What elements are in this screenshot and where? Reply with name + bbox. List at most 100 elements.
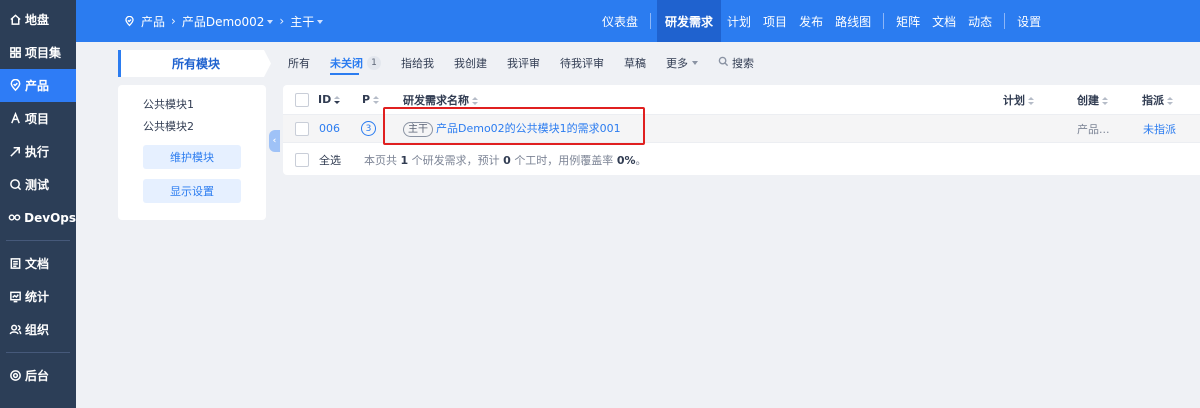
- priority-badge: 3: [361, 121, 376, 137]
- nav-divider: [6, 240, 70, 241]
- nav-item-org[interactable]: 组织: [0, 313, 76, 346]
- select-all-checkbox[interactable]: [295, 92, 309, 107]
- tab-project[interactable]: 项目: [757, 0, 793, 42]
- filter-draft[interactable]: 草稿: [624, 50, 646, 76]
- count-badge: 1: [367, 56, 381, 70]
- nav-item-stats[interactable]: 统计: [0, 280, 76, 313]
- page-summary: 本页共 1 个研发需求，预计 0 个工时，用例覆盖率 0%。: [364, 152, 647, 168]
- nav-label: 执行: [25, 145, 50, 159]
- breadcrumb: 产品 › 产品Demo002 › 主干: [124, 0, 324, 42]
- nav-item-execution[interactable]: 执行: [0, 135, 76, 168]
- all-modules-tab[interactable]: 所有模块: [118, 50, 271, 77]
- search-label: 搜索: [732, 57, 754, 70]
- nav-label: 组织: [25, 323, 50, 337]
- product-icon: [124, 14, 135, 28]
- grid-icon: [8, 46, 22, 60]
- column-assigned[interactable]: 指派: [1142, 92, 1173, 108]
- filter-all[interactable]: 所有: [288, 50, 310, 76]
- nav-divider: [883, 13, 885, 29]
- tab-matrix[interactable]: 矩阵: [890, 0, 926, 42]
- nav-label: 测试: [25, 178, 50, 192]
- display-settings-button[interactable]: 显示设置: [143, 179, 241, 203]
- story-id[interactable]: 006: [319, 122, 340, 135]
- module-item[interactable]: 公共模块2: [143, 118, 194, 134]
- tab-doc[interactable]: 文档: [926, 0, 962, 42]
- column-created[interactable]: 创建: [1077, 92, 1108, 108]
- summary-hours: 0: [503, 153, 511, 167]
- column-label: 计划: [1003, 93, 1025, 107]
- breadcrumb-product-name[interactable]: 产品Demo002: [182, 13, 274, 30]
- summary-text: 个研发需求，预计: [411, 153, 500, 167]
- top-navigation: 仪表盘 研发需求 计划 项目 发布 路线图 矩阵 文档 动态 设置: [596, 0, 1047, 42]
- nav-item-test[interactable]: 测试: [0, 168, 76, 201]
- sort-icon: [1167, 96, 1173, 105]
- filter-created-by-me[interactable]: 我创建: [454, 50, 487, 76]
- tab-release[interactable]: 发布: [793, 0, 829, 42]
- home-icon: [8, 13, 22, 27]
- column-label: 研发需求名称: [403, 93, 469, 107]
- tab-settings[interactable]: 设置: [1011, 0, 1047, 42]
- column-label: 指派: [1142, 93, 1164, 107]
- highlight-box: [383, 107, 645, 145]
- breadcrumb-product[interactable]: 产品: [141, 13, 165, 30]
- nav-item-devops[interactable]: DevOps: [0, 201, 76, 234]
- filter-more[interactable]: 更多: [666, 50, 698, 76]
- nav-item-program[interactable]: 项目集: [0, 36, 76, 69]
- column-id[interactable]: ID: [318, 93, 341, 106]
- search-button[interactable]: 搜索: [718, 50, 754, 76]
- execution-icon: [8, 145, 22, 159]
- tab-plan[interactable]: 计划: [721, 0, 757, 42]
- row-checkbox[interactable]: [295, 121, 309, 136]
- chevron-right-icon: ›: [279, 14, 285, 28]
- nav-label: DevOps: [24, 210, 76, 225]
- search-icon: [718, 56, 732, 70]
- nav-item-project[interactable]: 项目: [0, 102, 76, 135]
- stats-icon: [8, 290, 22, 304]
- sort-icon: [1028, 96, 1034, 105]
- table-footer: 全选 本页共 1 个研发需求，预计 0 个工时，用例覆盖率 0%。: [283, 145, 1200, 174]
- sort-icon: [1102, 96, 1108, 105]
- assign-link[interactable]: 未指派: [1143, 121, 1176, 137]
- select-all-label[interactable]: 全选: [319, 152, 341, 168]
- test-icon: [8, 178, 22, 192]
- tab-dashboard[interactable]: 仪表盘: [596, 0, 644, 42]
- filter-tabs: 所有 未关闭 1 指给我 我创建 我评审 待我评审 草稿 更多 搜索: [288, 50, 774, 76]
- sort-icon: [373, 96, 380, 104]
- filter-reviewed-by-me[interactable]: 我评审: [507, 50, 540, 76]
- chevron-down-icon: [317, 20, 324, 24]
- nav-item-dashboard[interactable]: 地盘: [0, 3, 76, 36]
- nav-item-doc[interactable]: 文档: [0, 247, 76, 280]
- breadcrumb-branch[interactable]: 主干: [290, 13, 324, 30]
- chevron-down-icon: [692, 61, 698, 65]
- summary-text: 个工时，用例覆盖率: [514, 153, 614, 167]
- chevron-left-icon: ‹: [272, 136, 277, 146]
- filter-assigned-to-me[interactable]: 指给我: [401, 50, 434, 76]
- filter-label: 未关闭: [330, 57, 363, 70]
- filter-unclosed[interactable]: 未关闭 1: [330, 50, 381, 76]
- branch-label: 主干: [290, 14, 315, 29]
- nav-label: 地盘: [25, 13, 50, 27]
- sort-icon: [472, 96, 478, 105]
- nav-item-admin[interactable]: 后台: [0, 359, 76, 392]
- tab-dynamic[interactable]: 动态: [962, 0, 998, 42]
- product-icon: [8, 79, 22, 93]
- nav-divider: [6, 352, 70, 353]
- nav-item-product[interactable]: 产品: [0, 69, 76, 102]
- module-item[interactable]: 公共模块1: [143, 96, 194, 112]
- column-name[interactable]: 研发需求名称: [403, 92, 478, 108]
- nav-divider: [650, 13, 652, 29]
- column-priority[interactable]: P: [362, 93, 380, 106]
- nav-label: 文档: [25, 257, 50, 271]
- priority-value: 3: [361, 121, 376, 137]
- maintain-modules-button[interactable]: 维护模块: [143, 145, 241, 169]
- collapse-sidebar-button[interactable]: ‹: [269, 130, 280, 152]
- tab-stories[interactable]: 研发需求: [657, 0, 722, 42]
- nav-label: 项目集: [25, 46, 62, 60]
- settings-icon: [8, 369, 22, 383]
- footer-select-all-checkbox[interactable]: [295, 152, 309, 167]
- filter-to-review[interactable]: 待我评审: [560, 50, 604, 76]
- column-plan[interactable]: 计划: [1003, 92, 1034, 108]
- chevron-right-icon: ›: [171, 14, 176, 28]
- nav-divider: [1004, 13, 1006, 29]
- tab-roadmap[interactable]: 路线图: [829, 0, 877, 42]
